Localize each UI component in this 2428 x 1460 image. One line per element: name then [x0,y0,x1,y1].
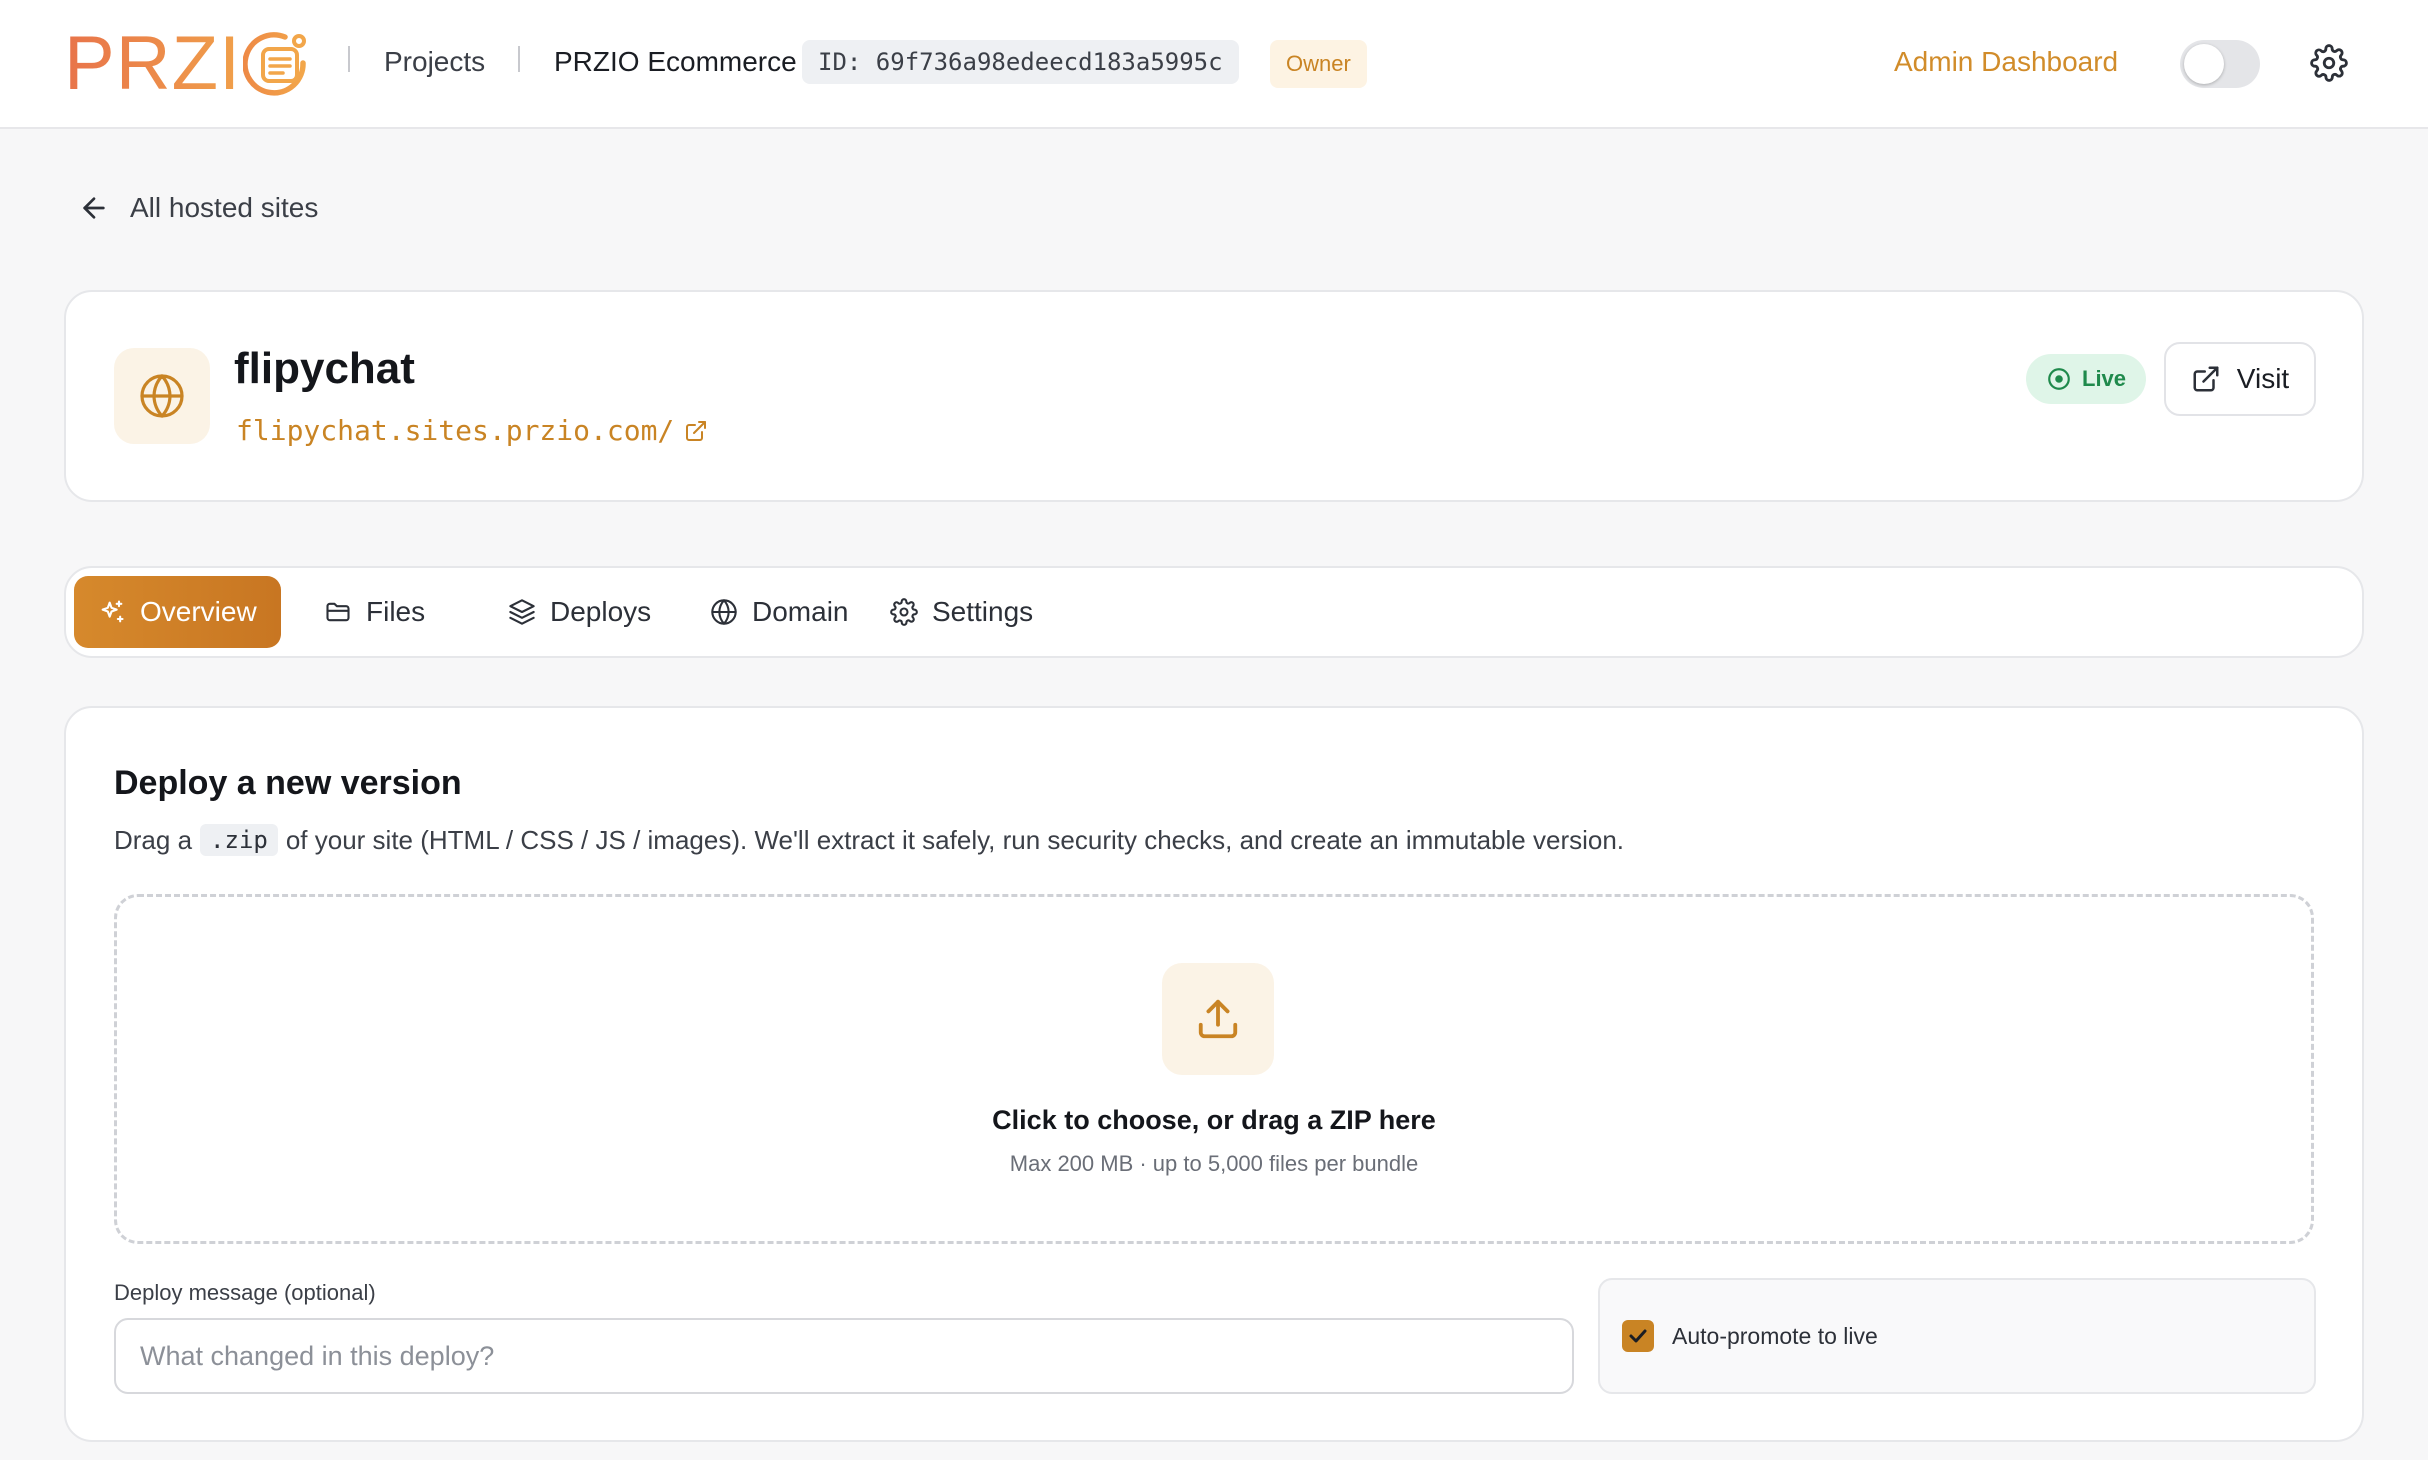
site-icon [114,348,210,444]
toggle-knob [2184,44,2224,84]
dropzone-limits-text: Max 200 MB · up to 5,000 files per bundl… [1009,1151,1419,1176]
arrow-left-icon [83,197,105,219]
external-link-icon [686,420,707,441]
upload-icon [1198,999,1238,1039]
settings-gear-icon[interactable] [2310,44,2348,82]
globe-icon [711,599,737,625]
przio-logo[interactable]: PRZI [64,26,309,102]
auto-promote-checkbox[interactable] [1622,1320,1654,1352]
tab-domain[interactable]: Domain [686,576,872,648]
auto-promote-label: Auto-promote to live [1672,1322,1878,1349]
auto-promote-option[interactable]: Auto-promote to live [1598,1278,2316,1394]
gear-icon [890,598,918,626]
status-label: Live [2082,366,2127,391]
project-id-chip: ID: 69f736a98edeecd183a5995c [802,40,1239,84]
upload-icon-box [1162,963,1274,1075]
breadcrumb-projects-link[interactable]: Projects [384,46,485,78]
logo-text: PRZI [64,21,242,106]
admin-dashboard-link[interactable]: Admin Dashboard [1894,46,2118,78]
dropzone-primary-text: Click to choose, or drag a ZIP here [992,1105,1436,1135]
globe-icon [140,374,184,418]
zip-code-chip: .zip [200,824,278,856]
back-link-label: All hosted sites [130,192,319,223]
tab-label: Settings [932,596,1034,627]
site-tabs: Overview Files Deploys Domain Settings [64,566,2364,658]
back-to-hosted-sites-link[interactable]: All hosted sites [78,192,318,224]
tab-overview[interactable]: Overview [74,576,281,648]
site-url-text: flipychat.sites.przio.com/ [236,414,675,447]
theme-toggle[interactable] [2180,40,2260,88]
role-badge: Owner [1270,40,1367,88]
sparkles-icon [101,600,124,623]
deploy-description: Drag a .zip of your site (HTML / CSS / J… [114,824,1624,856]
external-link-icon [2193,366,2219,392]
tab-label: Files [366,596,426,627]
tab-deploys[interactable]: Deploys [484,576,675,648]
layers-icon [509,599,535,625]
breadcrumb-divider [518,46,520,72]
site-url-link[interactable]: flipychat.sites.przio.com/ [236,414,708,447]
deploy-message-input[interactable] [114,1318,1574,1394]
deploy-message-label: Deploy message (optional) [114,1280,376,1305]
visit-label: Visit [2236,363,2290,394]
visit-button[interactable]: Visit [2164,342,2316,416]
desc-prefix: Drag a [114,824,193,855]
tab-files[interactable]: Files [300,576,449,648]
tab-label: Deploys [550,596,652,627]
checkmark-icon [1629,1329,1647,1343]
deploy-title: Deploy a new version [114,764,462,802]
live-status-icon [2048,368,2070,390]
top-bar: PRZI Projects PRZIO Ecommerce ID: 69f736… [0,0,2428,129]
logo-o-mark-icon [243,32,307,96]
status-badge: Live [2026,354,2147,404]
tab-label: Domain [752,596,849,627]
folder-icon [326,602,350,622]
deploy-card: Deploy a new version Drag a .zip of your… [64,706,2364,1442]
breadcrumb-divider [348,46,350,72]
breadcrumb-project-name[interactable]: PRZIO Ecommerce [554,46,797,78]
zip-dropzone[interactable]: Click to choose, or drag a ZIP here Max … [114,894,2314,1244]
desc-suffix: of your site (HTML / CSS / JS / images).… [285,824,1625,855]
tab-settings[interactable]: Settings [866,576,1057,648]
site-summary-card: flipychat flipychat.sites.przio.com/ Liv… [64,290,2364,502]
site-name: flipychat [234,344,415,393]
tab-label: Overview [140,596,257,627]
